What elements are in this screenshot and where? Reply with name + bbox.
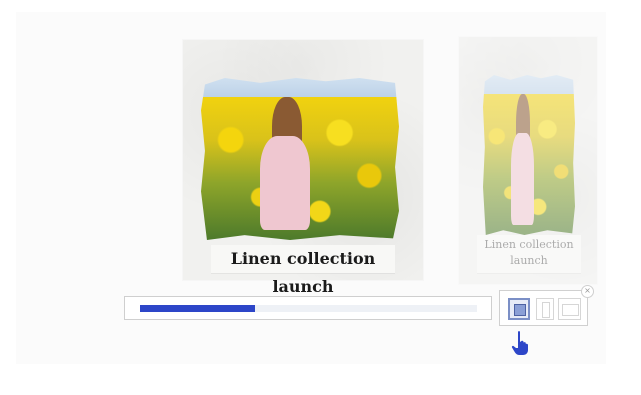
preview-photo bbox=[483, 75, 575, 235]
square-format-icon[interactable] bbox=[508, 298, 530, 320]
preview-caption-line1: Linen collection bbox=[484, 238, 574, 251]
close-icon[interactable]: × bbox=[581, 285, 594, 298]
preview-caption-line2: launch bbox=[510, 254, 548, 267]
landscape-format-icon[interactable] bbox=[558, 298, 581, 320]
pointer-hand-icon bbox=[511, 331, 528, 355]
field-photo bbox=[201, 78, 399, 240]
main-post-card[interactable]: Linen collection launch bbox=[183, 40, 423, 296]
portrait-format-icon[interactable] bbox=[536, 298, 554, 320]
render-progress-bar bbox=[124, 296, 492, 320]
portrait-preview-card[interactable]: Linen collection launch bbox=[459, 37, 597, 284]
progress-fill bbox=[140, 305, 255, 312]
progress-track bbox=[140, 305, 477, 312]
preview-caption: Linen collection launch bbox=[477, 235, 581, 273]
format-picker bbox=[499, 290, 588, 326]
main-caption: Linen collection launch bbox=[211, 245, 395, 296]
